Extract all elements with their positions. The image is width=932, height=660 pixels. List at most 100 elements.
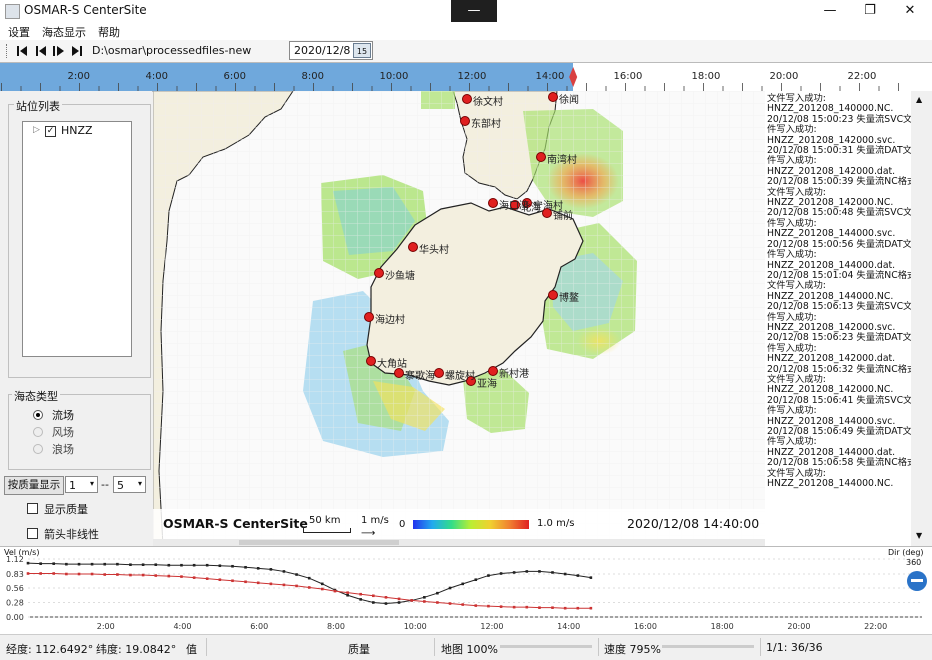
chart-point xyxy=(372,594,375,598)
menu-sea-state-display[interactable]: 海态显示 xyxy=(42,24,86,40)
map-hscroll-thumb[interactable] xyxy=(239,540,399,545)
log-line: 20/12/08 15:06:13 失量流SVC文 xyxy=(767,301,911,313)
chart-xtick-label: 18:00 xyxy=(711,622,734,631)
close-icon[interactable]: ✕ xyxy=(890,0,930,22)
chart-point xyxy=(65,572,68,576)
quality-from-select[interactable]: 1 ▾ xyxy=(65,476,98,493)
chart-point xyxy=(448,602,452,605)
scroll-down-icon[interactable]: ▼ xyxy=(916,531,922,540)
station-tree[interactable]: ▷ ✓ HNZZ xyxy=(22,121,132,357)
chart-point xyxy=(282,583,286,587)
chart-point xyxy=(346,591,349,594)
chart-point xyxy=(474,604,478,607)
station-label: 博鳌 xyxy=(559,293,579,304)
chart-series-line xyxy=(27,562,591,605)
log-panel: 文件写入成功: HNZZ_201208_140000.NC. 20/12/08 15… xyxy=(765,91,911,546)
tree-expand-icon[interactable]: ▷ xyxy=(33,125,40,135)
menu-help[interactable]: 帮助 xyxy=(98,24,120,40)
status-separator xyxy=(434,638,435,656)
radio-wave[interactable] xyxy=(33,444,43,454)
scroll-up-icon[interactable]: ▲ xyxy=(916,95,922,104)
calendar-icon[interactable]: 15 xyxy=(353,43,371,58)
timeline-tick-label: 20:00 xyxy=(770,71,799,82)
toolbar-grip xyxy=(6,44,9,58)
chart-point xyxy=(525,570,529,573)
chart-point xyxy=(551,606,554,609)
station-label: 亚海 xyxy=(477,379,497,390)
timeline-tick-label: 18:00 xyxy=(692,71,721,82)
station-label: 南湾村 xyxy=(547,155,577,166)
map-timestamp: 2020/12/08 14:40:00 xyxy=(627,516,760,531)
chart-xtick-label: 20:00 xyxy=(787,622,810,631)
last-icon[interactable] xyxy=(72,46,82,56)
chart-point xyxy=(410,599,413,602)
menu-settings[interactable]: 设置 xyxy=(8,24,30,40)
station-label: 铺前 xyxy=(553,211,573,222)
radio-current-label: 流场 xyxy=(52,409,74,422)
timeline-slider[interactable]: 2:00 4:00 6:00 8:00 10:00 12:00 14:00 16:00 18:0… xyxy=(0,62,932,92)
date-picker[interactable]: 2020/12/8 15 xyxy=(289,41,373,60)
radio-current[interactable] xyxy=(33,410,43,420)
minimize-button[interactable]: — xyxy=(451,0,497,22)
log-line: HNZZ_201208_144000.NC. xyxy=(767,478,894,490)
data-path-label: D:\osmar\processedfiles-new xyxy=(92,44,252,57)
map-zoom-slider[interactable] xyxy=(500,645,592,648)
station-label: 徐闻 xyxy=(559,95,579,106)
prev-icon[interactable] xyxy=(36,46,46,56)
chart-point xyxy=(397,601,401,604)
chart-point xyxy=(256,567,260,570)
chart-point xyxy=(244,565,247,569)
chart-point xyxy=(372,601,375,604)
status-separator xyxy=(206,638,207,656)
chart-point xyxy=(525,605,529,609)
show-quality-checkbox[interactable] xyxy=(27,503,38,514)
speed-slider[interactable] xyxy=(662,645,754,648)
playback-controls xyxy=(17,46,82,56)
chart-point xyxy=(129,573,132,577)
quality-to-select[interactable]: 5 ▾ xyxy=(113,476,146,493)
chart-xtick-label: 6:00 xyxy=(250,622,268,631)
chart-point xyxy=(154,574,158,577)
chart-point xyxy=(384,602,388,605)
minimize-icon[interactable]: — xyxy=(810,0,850,22)
chart-point xyxy=(576,606,580,610)
log-scrollbar[interactable]: ▲ ▼ xyxy=(911,91,932,546)
log-line: 件写入成功: xyxy=(767,249,817,261)
station-label: 沙鱼塘 xyxy=(385,271,415,282)
station-label: 螺旋村 xyxy=(445,371,475,382)
chart-point xyxy=(295,584,298,588)
map-view[interactable]: 徐文村 东部村 徐闻 南湾村 海口湾 北海 宁海村 铺前 华头村 沙鱼塘 海边村 大角站 寨歌海 螺旋村亚… xyxy=(153,91,765,546)
chart-point xyxy=(423,600,426,603)
chart-point xyxy=(474,578,478,582)
chart-point xyxy=(423,596,426,599)
station-checkbox[interactable]: ✓ xyxy=(45,126,56,137)
toolbar: D:\osmar\processedfiles-new 2020/12/8 15 xyxy=(0,40,932,62)
chart-xtick-label: 12:00 xyxy=(480,622,503,631)
first-icon[interactable] xyxy=(17,46,27,56)
play-icon[interactable] xyxy=(53,46,64,56)
chart-point xyxy=(538,570,541,573)
chart-point xyxy=(563,572,567,576)
status-quality: 质量 xyxy=(348,643,370,656)
chart-point xyxy=(499,605,503,608)
station-hnzz[interactable]: HNZZ xyxy=(61,124,93,137)
velocity-chart[interactable]: 1.12 0.83 0.56 0.28 0.00 2:00 4:00 6:00 8:00 10:0… xyxy=(0,546,932,635)
direction-toggle-icon[interactable] xyxy=(907,571,927,591)
chart-point xyxy=(461,582,465,586)
quality-display-button[interactable]: 按质量显示 xyxy=(4,476,64,495)
chart-point xyxy=(512,605,516,609)
chart-point xyxy=(90,562,94,566)
arrow-nonlinear-checkbox[interactable] xyxy=(27,528,38,539)
chart-point xyxy=(269,582,273,586)
chart-point xyxy=(129,563,132,566)
quality-range-dash: -- xyxy=(101,478,109,491)
chart-point xyxy=(538,606,541,609)
radio-wind[interactable] xyxy=(33,427,43,437)
chart-point xyxy=(116,573,119,576)
chart-point xyxy=(192,576,196,579)
timeline-tick-label: 16:00 xyxy=(614,71,643,82)
status-value: 值 xyxy=(186,643,197,656)
status-separator xyxy=(598,638,599,656)
station-list-title: 站位列表 xyxy=(14,98,62,114)
maximize-icon[interactable]: ❐ xyxy=(850,0,890,22)
